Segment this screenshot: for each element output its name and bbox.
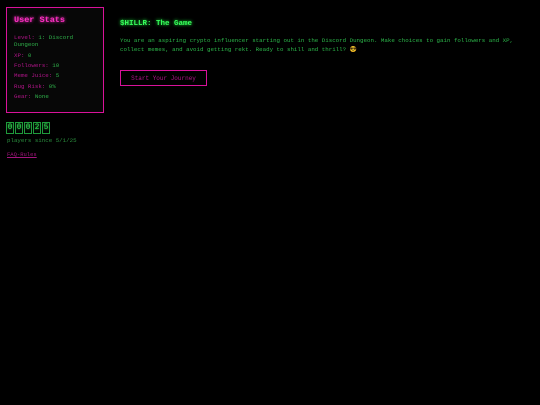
user-stats-panel: User Stats Level: 1: Discord Dungeon XP:… xyxy=(6,7,104,113)
game-description: You are an aspiring crypto influencer st… xyxy=(120,37,514,53)
counter-digit: 0 xyxy=(24,122,32,134)
stat-xp-value: 0 xyxy=(27,51,32,59)
stat-xp: XP: 0 xyxy=(14,52,96,59)
stat-level: Level: 1: Discord Dungeon xyxy=(14,34,96,48)
player-counter-caption: players since 5/1/25 xyxy=(7,137,77,144)
stat-gear-value: None xyxy=(34,93,49,101)
faq-rules-link[interactable]: FAQ-Rules xyxy=(7,151,37,158)
stat-level-label: Level: xyxy=(14,34,35,41)
stat-rug-risk-label: Rug Risk: xyxy=(14,82,46,90)
start-journey-button[interactable]: Start Your Journey xyxy=(120,70,207,86)
stat-followers: Followers: 10 xyxy=(14,62,96,69)
counter-digit: 0 xyxy=(6,122,14,134)
counter-digit: 0 xyxy=(15,122,23,134)
stat-meme-juice: Meme Juice: 5 xyxy=(14,72,96,79)
stat-meme-juice-value: 5 xyxy=(55,72,60,80)
stat-gear: Gear: None xyxy=(14,93,96,100)
stat-followers-value: 10 xyxy=(52,61,60,69)
user-stats-title: User Stats xyxy=(14,15,66,25)
stat-rug-risk-value: 0% xyxy=(48,82,56,90)
player-counter: 0 0 0 2 5 xyxy=(6,122,50,134)
stat-rug-risk: Rug Risk: 0% xyxy=(14,83,96,90)
game-title: $HILLR: The Game xyxy=(120,20,193,28)
stat-gear-label: Gear: xyxy=(14,93,32,101)
stat-followers-label: Followers: xyxy=(14,61,49,69)
counter-digit: 5 xyxy=(42,122,50,134)
counter-digit: 2 xyxy=(33,122,41,134)
stat-xp-label: XP: xyxy=(14,51,25,59)
stat-meme-juice-label: Meme Juice: xyxy=(14,72,53,80)
